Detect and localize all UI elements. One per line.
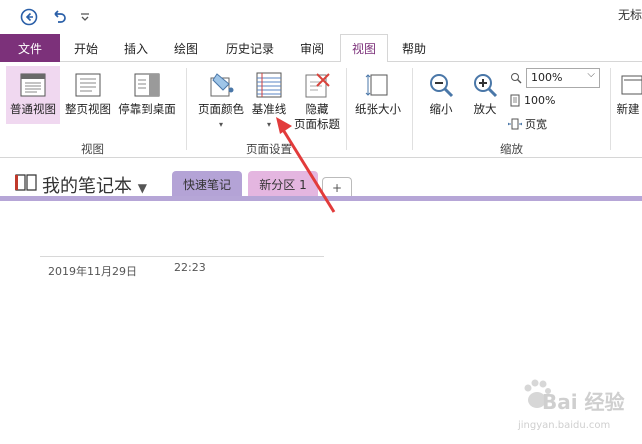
page-date: 2019年11月29日 bbox=[48, 265, 137, 278]
chevron-down-icon: ▾ bbox=[266, 120, 271, 129]
full-page-view-icon bbox=[75, 73, 101, 97]
chevron-down-icon: ⌵ bbox=[587, 69, 595, 80]
notebook-name: 我的笔记本 bbox=[42, 176, 132, 197]
new-window-button[interactable]: 新建 bbox=[614, 66, 642, 117]
rule-lines-button[interactable]: 基准线 ▾ bbox=[248, 66, 290, 132]
zoom-value-select[interactable]: 100% ⌵ bbox=[526, 68, 600, 88]
ribbon-tabs: 文件 开始 插入 绘图 历史记录 审阅 视图 帮助 bbox=[0, 34, 642, 63]
page-icon bbox=[510, 94, 520, 107]
page-color-icon bbox=[210, 73, 234, 97]
watermark-text: Bai 经验 bbox=[542, 390, 625, 414]
new-window-icon bbox=[621, 75, 642, 95]
zoom-group-label: 缩放 bbox=[500, 142, 523, 156]
normal-view-label: 普通视图 bbox=[10, 102, 56, 116]
section-tab-quick-notes[interactable]: 快速笔记 bbox=[172, 171, 242, 197]
page-setup-group-label: 页面设置 bbox=[246, 142, 292, 156]
normal-view-icon bbox=[20, 73, 46, 97]
tab-insert[interactable]: 插入 bbox=[116, 34, 156, 62]
rule-lines-icon bbox=[256, 72, 282, 98]
undo-icon[interactable] bbox=[50, 8, 68, 26]
paper-size-button[interactable]: 纸张大小 bbox=[350, 66, 406, 117]
page-width-button[interactable]: 页宽 bbox=[508, 116, 547, 132]
group-divider bbox=[186, 68, 187, 150]
tab-help[interactable]: 帮助 bbox=[394, 34, 434, 62]
zoom-value: 100% bbox=[531, 71, 563, 84]
group-divider bbox=[610, 68, 611, 150]
zoom-in-button[interactable]: 放大 bbox=[464, 66, 506, 117]
watermark-url: jingyan.baidu.com bbox=[518, 420, 611, 431]
tab-history[interactable]: 历史记录 bbox=[218, 34, 282, 62]
watermark: Bai 经验 jingyan.baidu.com bbox=[492, 376, 642, 436]
page-color-button[interactable]: 页面颜色 ▾ bbox=[194, 66, 248, 132]
dock-label: 停靠到桌面 bbox=[118, 102, 176, 116]
paper-size-label: 纸张大小 bbox=[355, 102, 401, 116]
tab-review[interactable]: 审阅 bbox=[292, 34, 332, 62]
zoom-out-button[interactable]: 缩小 bbox=[420, 66, 462, 117]
view-group-label: 视图 bbox=[81, 142, 104, 156]
rule-lines-label: 基准线 bbox=[251, 102, 287, 116]
title-bar: 无标 bbox=[0, 0, 642, 34]
page-time: 22:23 bbox=[174, 261, 206, 274]
full-page-view-button[interactable]: 整页视图 bbox=[62, 66, 114, 117]
dock-to-desktop-button[interactable]: 停靠到桌面 bbox=[116, 66, 178, 117]
normal-view-button[interactable]: 普通视图 bbox=[6, 66, 60, 124]
zoom-in-icon bbox=[474, 74, 498, 98]
notebook-title[interactable]: 我的笔记本 ▼ bbox=[42, 172, 147, 198]
hide-title-label-2: 页面标题 bbox=[294, 117, 340, 131]
tab-view[interactable]: 视图 bbox=[340, 34, 388, 63]
chevron-down-icon: ▼ bbox=[137, 181, 147, 195]
notebook-icon bbox=[15, 174, 37, 191]
group-divider bbox=[412, 68, 413, 150]
full-page-view-label: 整页视图 bbox=[65, 102, 111, 116]
tab-file[interactable]: 文件 bbox=[0, 34, 60, 62]
group-divider bbox=[346, 68, 347, 150]
title-underline bbox=[40, 256, 324, 257]
zoom-out-label: 缩小 bbox=[429, 102, 453, 116]
section-tab-new-section[interactable]: 新分区 1 bbox=[248, 171, 318, 197]
page-color-label: 页面颜色 bbox=[198, 102, 244, 116]
notebook-bar: 我的笔记本 ▼ bbox=[0, 160, 642, 198]
search-icon bbox=[511, 73, 522, 84]
window-title: 无标 bbox=[617, 8, 642, 22]
new-window-label: 新建 bbox=[616, 102, 640, 116]
tab-home[interactable]: 开始 bbox=[66, 34, 106, 62]
back-icon[interactable] bbox=[20, 8, 38, 26]
add-section-button[interactable]: + bbox=[322, 177, 352, 197]
ribbon: 普通视图 整页视图 停靠到桌面 视图 页面颜色 ▾ 基准线 ▾ 隐藏 页面标题 … bbox=[0, 62, 642, 158]
zoom-100-button[interactable]: 100% bbox=[510, 94, 555, 107]
hide-title-icon bbox=[305, 73, 330, 98]
zoom-in-label: 放大 bbox=[473, 102, 497, 116]
hide-page-title-button[interactable]: 隐藏 页面标题 bbox=[290, 66, 344, 132]
page-width-icon bbox=[508, 118, 522, 130]
zoom-out-icon bbox=[430, 74, 454, 98]
dock-icon bbox=[134, 73, 160, 97]
chevron-down-icon: ▾ bbox=[218, 120, 223, 129]
page-width-label: 页宽 bbox=[525, 118, 547, 131]
customize-toolbar-icon[interactable] bbox=[78, 8, 92, 26]
zoom-100-label: 100% bbox=[524, 94, 556, 107]
tab-draw[interactable]: 绘图 bbox=[166, 34, 206, 62]
paper-size-icon bbox=[365, 74, 388, 96]
hide-title-label-1: 隐藏 bbox=[305, 102, 329, 116]
